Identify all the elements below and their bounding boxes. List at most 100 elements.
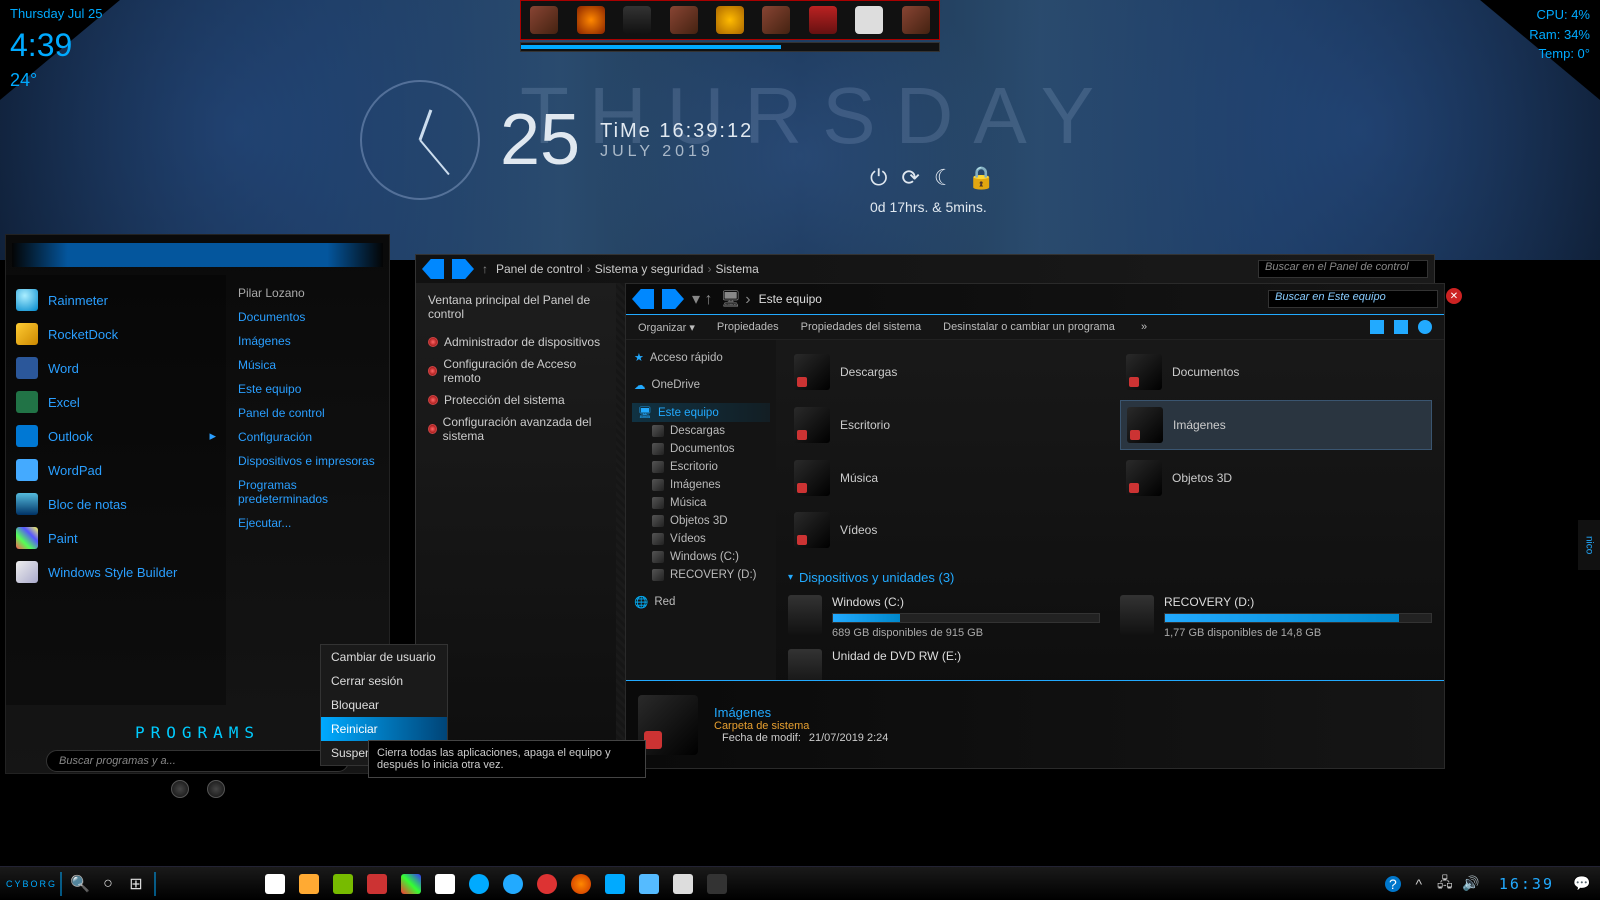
toolbar-uninstall[interactable]: Desinstalar o cambiar un programa	[943, 321, 1115, 333]
taskbar-clock[interactable]: 16:39	[1489, 875, 1564, 893]
right-edge-tab[interactable]: nico	[1578, 520, 1600, 570]
start-app-excel[interactable]: Excel	[12, 385, 220, 419]
power-menu-item[interactable]: Bloquear	[321, 693, 447, 717]
view-icon[interactable]	[1370, 320, 1384, 334]
dock-item[interactable]	[716, 6, 744, 34]
taskbar-app-edge[interactable]	[464, 870, 494, 898]
taskbar-app-generic[interactable]	[294, 870, 324, 898]
start-place-link[interactable]: Música	[236, 353, 379, 377]
taskbar-app-mail[interactable]	[430, 870, 460, 898]
start-app-windows-style-builder[interactable]: Windows Style Builder	[12, 555, 220, 589]
tree-item[interactable]: Escritorio	[650, 458, 770, 476]
start-place-link[interactable]: Imágenes	[236, 329, 379, 353]
back-button[interactable]	[422, 259, 444, 279]
dock-item[interactable]	[670, 6, 698, 34]
tree-quick-access[interactable]: Acceso rápido	[632, 348, 770, 367]
taskbar-app-ccleaner[interactable]	[532, 870, 562, 898]
folder-item[interactable]: Música	[788, 454, 1100, 502]
power-menu-item[interactable]: Cambiar de usuario	[321, 645, 447, 669]
taskbar-app-firefox[interactable]	[566, 870, 596, 898]
start-app-rocketdock[interactable]: RocketDock	[12, 317, 220, 351]
start-place-link[interactable]: Este equipo	[236, 377, 379, 401]
start-app-paint[interactable]: Paint	[12, 521, 220, 555]
dock-item[interactable]	[855, 6, 883, 34]
tray-help-icon[interactable]: ?	[1385, 876, 1401, 892]
start-place-link[interactable]: Pilar Lozano	[236, 281, 379, 305]
tree-onedrive[interactable]: OneDrive	[632, 375, 770, 395]
taskbar-app-nvidia[interactable]	[328, 870, 358, 898]
tray-volume-icon[interactable]: 🔊	[1463, 876, 1479, 892]
tree-item[interactable]: RECOVERY (D:)	[650, 566, 770, 584]
tray-chevron-up-icon[interactable]: ^	[1411, 876, 1427, 892]
tree-item[interactable]: Descargas	[650, 422, 770, 440]
tree-this-pc[interactable]: Este equipo	[632, 403, 770, 422]
breadcrumb[interactable]: Panel de control›Sistema y seguridad›Sis…	[496, 262, 759, 276]
taskbar-app-generic[interactable]	[634, 870, 664, 898]
dock-item[interactable]	[902, 6, 930, 34]
preview-icon[interactable]	[1394, 320, 1408, 334]
taskbar-app-explorer[interactable]	[668, 870, 698, 898]
folder-item[interactable]: Objetos 3D	[1120, 454, 1432, 502]
tree-item[interactable]: Windows (C:)	[650, 548, 770, 566]
start-app-bloc-de-notas[interactable]: Bloc de notas	[12, 487, 220, 521]
forward-button[interactable]	[662, 289, 684, 309]
dock-item[interactable]	[623, 6, 651, 34]
taskview-icon[interactable]: ⊞	[122, 870, 150, 898]
drive-item[interactable]: RECOVERY (D:)1,77 GB disponibles de 14,8…	[1120, 595, 1432, 639]
dock-item[interactable]	[577, 6, 605, 34]
start-power-menu-button[interactable]	[207, 780, 225, 798]
start-place-link[interactable]: Ejecutar...	[236, 511, 379, 535]
folder-item[interactable]: Descargas	[788, 348, 1100, 396]
toolbar-properties[interactable]: Propiedades	[717, 321, 779, 333]
devices-section-header[interactable]: Dispositivos y unidades (3)	[788, 570, 1432, 585]
taskbar-app-generic[interactable]	[702, 870, 732, 898]
start-place-link[interactable]: Documentos	[236, 305, 379, 329]
tree-item[interactable]: Música	[650, 494, 770, 512]
cp-side-link[interactable]: Administrador de dispositivos	[428, 331, 604, 353]
back-button[interactable]	[632, 289, 654, 309]
start-app-wordpad[interactable]: WordPad	[12, 453, 220, 487]
taskbar-app-maxthon[interactable]	[600, 870, 630, 898]
tray-network-icon[interactable]: 🖧	[1437, 876, 1453, 892]
dock-item[interactable]	[762, 6, 790, 34]
power-menu-item[interactable]: Reiniciar	[321, 717, 447, 741]
drive-item[interactable]: Unidad de DVD RW (E:)	[788, 649, 1100, 680]
dock-item[interactable]	[809, 6, 837, 34]
dock-item[interactable]	[530, 6, 558, 34]
tree-item[interactable]: Imágenes	[650, 476, 770, 494]
cp-side-link[interactable]: Configuración avanzada del sistema	[428, 411, 604, 447]
cp-search-input[interactable]: Buscar en el Panel de control	[1258, 260, 1428, 278]
start-search-input[interactable]: Buscar programas y a...	[46, 750, 349, 772]
folder-item[interactable]: Escritorio	[788, 400, 1100, 450]
toolbar-organize[interactable]: Organizar ▾	[638, 321, 695, 334]
folder-item[interactable]: Vídeos	[788, 506, 1100, 554]
start-place-link[interactable]: Configuración	[236, 425, 379, 449]
taskbar-app-store[interactable]	[260, 870, 290, 898]
restart-icon[interactable]: ⟳	[901, 165, 919, 191]
tree-item[interactable]: Objetos 3D	[650, 512, 770, 530]
forward-button[interactable]	[452, 259, 474, 279]
search-icon[interactable]: 🔍	[66, 870, 94, 898]
folder-item[interactable]: Imágenes	[1120, 400, 1432, 450]
tree-network[interactable]: 🌐 Red	[632, 592, 770, 612]
start-place-link[interactable]: Programas predeterminados	[236, 473, 379, 511]
power-menu-item[interactable]: Cerrar sesión	[321, 669, 447, 693]
help-icon[interactable]	[1418, 320, 1432, 334]
start-app-rainmeter[interactable]: Rainmeter	[12, 283, 220, 317]
power-icon[interactable]: ⏻	[870, 165, 887, 191]
start-place-link[interactable]: Dispositivos e impresoras	[236, 449, 379, 473]
tree-item[interactable]: Vídeos	[650, 530, 770, 548]
address-bar[interactable]: Este equipo	[759, 292, 822, 306]
start-app-outlook[interactable]: Outlook▸	[12, 419, 220, 453]
drive-item[interactable]: Windows (C:)689 GB disponibles de 915 GB	[788, 595, 1100, 639]
folder-item[interactable]: Documentos	[1120, 348, 1432, 396]
sleep-icon[interactable]: ☾	[934, 165, 954, 191]
start-app-word[interactable]: Word	[12, 351, 220, 385]
lock-icon[interactable]: 🔒	[968, 165, 995, 191]
explorer-search-input[interactable]: Buscar en Este equipo	[1268, 290, 1438, 308]
start-power-button[interactable]	[171, 780, 189, 798]
cp-side-link[interactable]: Configuración de Acceso remoto	[428, 353, 604, 389]
toolbar-more[interactable]: »	[1141, 321, 1147, 333]
toolbar-sysproperties[interactable]: Propiedades del sistema	[801, 321, 921, 333]
cp-side-link[interactable]: Protección del sistema	[428, 389, 604, 411]
